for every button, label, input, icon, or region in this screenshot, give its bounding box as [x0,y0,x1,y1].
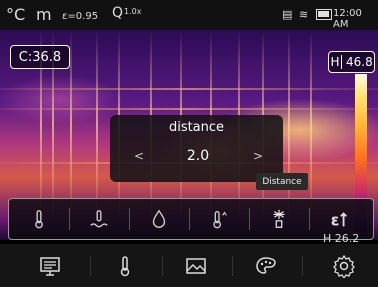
high-label: H [329,55,342,69]
distance-value: 2.0 [186,148,210,164]
settings-icon[interactable] [314,248,374,283]
unit-label: °C [6,5,26,24]
dialog-title: distance [168,120,225,135]
distance-icon[interactable] [249,199,309,239]
thermometer-icon[interactable] [95,248,155,283]
distance-tooltip: Distance [256,173,308,190]
zoom-search-icon: Q [112,5,124,21]
thermal-camera-screen: °C m ε=0.95 Q 1.0x ▤ ≋ 12:00 AM C:36.8 H… [0,0,378,287]
drop-icon[interactable] [129,199,189,239]
bottom-menu [0,244,378,287]
sd-card-icon: ▤ [282,8,293,21]
humidity-icon[interactable] [69,199,129,239]
wifi-icon: ≋ [299,8,309,21]
temperature-up-icon[interactable] [189,199,249,239]
battery-icon [316,9,332,20]
image-icon[interactable] [166,248,226,283]
increase-arrow-button[interactable]: > [253,149,263,163]
distance-dialog[interactable]: distance < 2.0 > [110,115,283,182]
mode-icon: m [36,5,52,24]
decrease-arrow-button[interactable]: < [134,149,144,163]
high-value: 46.8 [346,55,373,69]
status-bar: °C m ε=0.95 Q 1.0x ▤ ≋ 12:00 AM [0,0,378,30]
emissivity-label: ε=0.95 [62,11,99,22]
clock: 12:00 AM [333,8,362,30]
measurement-toolbar: ε [8,198,374,240]
high-temperature-badge: H 46.8 [328,51,375,73]
zoom-label: 1.0x [124,7,142,16]
thermometer-icon[interactable] [9,199,69,239]
palette-icon[interactable] [236,248,296,283]
display-icon[interactable] [20,248,80,283]
svg-text:ε: ε [331,211,340,229]
center-temperature: C:36.8 [10,45,70,69]
